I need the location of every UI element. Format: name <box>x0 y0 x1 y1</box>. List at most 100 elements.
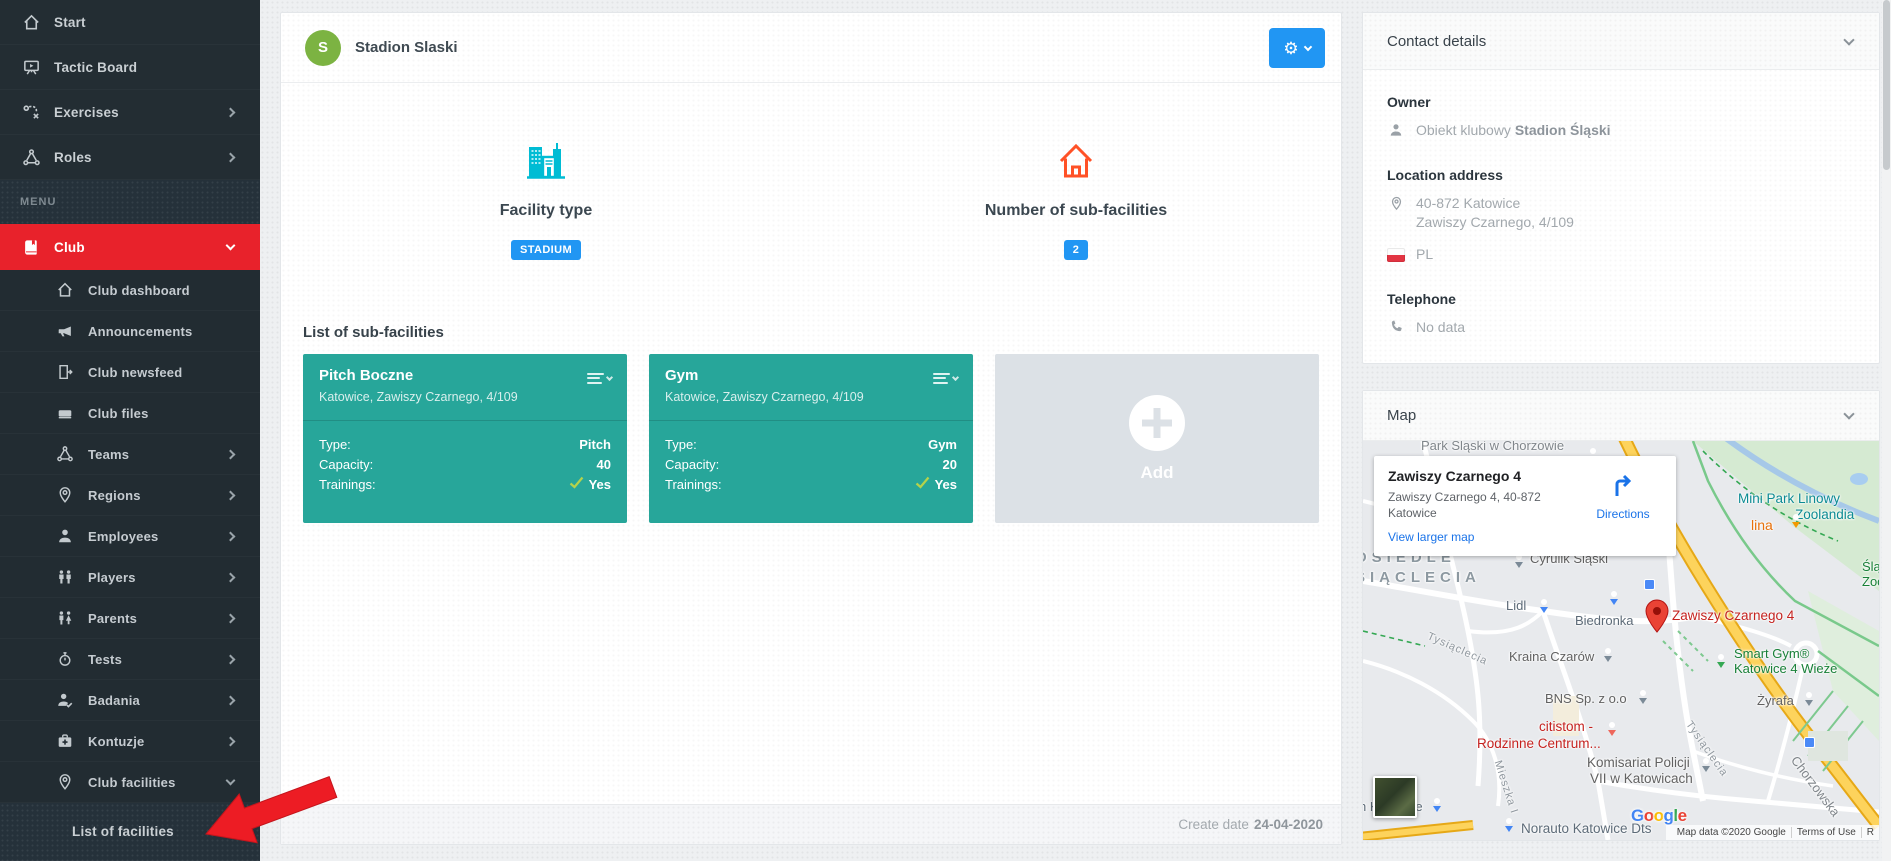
sidebar-item-parents[interactable]: Parents <box>0 598 260 639</box>
report-error-link[interactable]: R <box>1861 827 1879 838</box>
google-map[interactable]: Park Śląski w Chorzowie OSIEDLE SIĄCLECI… <box>1363 441 1879 840</box>
chevron-right-icon <box>226 654 236 664</box>
map-label-park: Park Śląski w Chorzowie <box>1421 441 1564 453</box>
type-value: Gym <box>928 435 957 455</box>
sidebar-item-roles[interactable]: Roles <box>0 135 260 180</box>
add-subfacility-button[interactable]: Add <box>995 354 1319 523</box>
subfacility-card-gym[interactable]: Gym Katowice, Zawiszy Czarnego, 4/109 Ty… <box>649 354 973 523</box>
add-label: Add <box>1140 463 1173 483</box>
owner-prefix: Obiekt klubowy <box>1416 122 1511 138</box>
location-label: Location address <box>1387 167 1855 183</box>
destination-marker-icon[interactable] <box>1645 599 1669 638</box>
sidebar-item-start[interactable]: Start <box>0 0 260 45</box>
sidebar-item-tactic-board[interactable]: Tactic Board <box>0 45 260 90</box>
country-row: PL <box>1387 245 1855 264</box>
first-aid-kit-icon <box>54 732 76 750</box>
person-check-icon <box>54 691 76 709</box>
sidebar-item-kontuzje[interactable]: Kontuzje <box>0 721 260 762</box>
card-menu-button[interactable] <box>933 370 959 386</box>
city-buildings-icon <box>525 141 567 186</box>
chevron-down-icon <box>226 776 236 786</box>
transit-stop-icon <box>1804 737 1815 748</box>
map-attribution: Map data ©2020 Google Terms of Use R <box>1666 825 1879 840</box>
contact-details-body: Owner Obiekt klubowy Stadion Śląski Loca… <box>1363 70 1879 337</box>
map-label-zoo-line1: Śląs <box>1862 559 1879 574</box>
plus-icon <box>1129 395 1185 451</box>
sidebar-item-teams[interactable]: Teams <box>0 434 260 475</box>
directions-button[interactable]: Directions <box>1588 472 1658 521</box>
sidebar-item-label: Club files <box>88 406 149 421</box>
map-label-biedronka: Biedronka <box>1575 613 1634 628</box>
chevron-right-icon <box>226 449 236 459</box>
view-larger-map-link[interactable]: View larger map <box>1388 530 1474 544</box>
trainings-value: Yes <box>935 475 957 495</box>
sidebar-item-club-newsfeed[interactable]: Club newsfeed <box>0 352 260 393</box>
sidebar-item-regions[interactable]: Regions <box>0 475 260 516</box>
sidebar-item-badania[interactable]: Badania <box>0 680 260 721</box>
sidebar-item-club-facilities[interactable]: Club facilities <box>0 762 260 803</box>
chevron-right-icon <box>226 490 236 500</box>
owner-row: Obiekt klubowy Stadion Śląski <box>1387 121 1855 140</box>
hamburger-menu-icon <box>933 370 950 386</box>
subfacility-details: Type:Pitch Capacity:40 Trainings: Yes <box>303 420 627 495</box>
map-label-dolina: lina <box>1751 517 1773 533</box>
sidebar-item-club[interactable]: Club <box>0 224 260 270</box>
stat-label: Number of sub-facilities <box>985 202 1167 220</box>
terms-of-use-link[interactable]: Terms of Use <box>1791 827 1861 838</box>
sidebar-item-label: Roles <box>54 150 92 165</box>
chevron-right-icon <box>226 152 236 162</box>
sidebar-item-players[interactable]: Players <box>0 557 260 598</box>
location-pin-icon <box>54 773 76 791</box>
sidebar-item-list-of-facilities[interactable]: List of facilities <box>0 803 260 861</box>
map-label-zyrafa: Żyrafa <box>1757 693 1794 708</box>
settings-button[interactable]: ⚙ <box>1269 28 1325 68</box>
scrollbar-thumb[interactable] <box>1883 0 1890 170</box>
sidebar-item-label: Club <box>54 240 85 255</box>
hierarchy-icon <box>20 148 42 167</box>
sidebar-item-label: Badania <box>88 693 140 708</box>
map-label-bns: BNS Sp. z o.o <box>1545 691 1627 706</box>
map-label-citistom-line2: Rodzinne Centrum... <box>1477 736 1601 751</box>
presentation-board-icon <box>20 58 42 77</box>
contact-details-header[interactable]: Contact details <box>1363 13 1879 70</box>
subfacility-card-pitch-boczne[interactable]: Pitch Boczne Katowice, Zawiszy Czarnego,… <box>303 354 627 523</box>
sidebar-section-label: MENU <box>20 196 56 208</box>
card-footer: Create date 24-04-2020 <box>281 804 1341 844</box>
chevron-down-icon <box>606 373 613 380</box>
people-icon <box>54 568 76 586</box>
trainings-value: Yes <box>589 475 611 495</box>
card-menu-button[interactable] <box>587 370 613 386</box>
book-icon <box>20 238 42 257</box>
chevron-down-icon <box>226 241 236 251</box>
map-label-citistom-line1: citistom - <box>1539 719 1593 734</box>
stopwatch-icon <box>54 650 76 668</box>
map-label-mini-park-line1: Mini Park Linowy <box>1738 491 1840 506</box>
address-line2: Zawiszy Czarnego, 4/109 <box>1416 214 1574 230</box>
telephone-row: No data <box>1387 318 1855 337</box>
gear-icon: ⚙ <box>1283 40 1298 57</box>
owner-name: Stadion Śląski <box>1515 122 1611 138</box>
sidebar-item-club-dashboard[interactable]: Club dashboard <box>0 270 260 311</box>
subfacilities-list: Pitch Boczne Katowice, Zawiszy Czarnego,… <box>303 354 1319 523</box>
panel-title: Contact details <box>1387 33 1486 50</box>
sidebar-item-tests[interactable]: Tests <box>0 639 260 680</box>
sidebar-item-employees[interactable]: Employees <box>0 516 260 557</box>
check-icon <box>569 475 584 495</box>
subfacility-address: Katowice, Zawiszy Czarnego, 4/109 <box>665 390 957 404</box>
subfacilities-count-badge: 2 <box>1064 240 1089 260</box>
map-label-smart-gym-line2: Katowice 4 Wieże <box>1734 661 1837 676</box>
sidebar-item-announcements[interactable]: Announcements <box>0 311 260 352</box>
megaphone-icon <box>54 322 76 340</box>
map-header[interactable]: Map <box>1363 391 1879 441</box>
type-label: Type: <box>665 435 697 455</box>
sidebar-item-club-files[interactable]: Club files <box>0 393 260 434</box>
sidebar-item-label: Club facilities <box>88 775 176 790</box>
capacity-label: Capacity: <box>665 455 719 475</box>
contact-details-panel: Contact details Owner Obiekt klubowy Sta… <box>1362 12 1880 364</box>
satellite-view-toggle[interactable] <box>1373 776 1417 818</box>
sidebar-item-exercises[interactable]: Exercises <box>0 90 260 135</box>
map-label-marker: Zawiszy Czarnego 4 <box>1672 608 1794 623</box>
page-scrollbar[interactable] <box>1882 0 1891 861</box>
person-icon <box>1387 122 1405 138</box>
chevron-down-icon <box>1843 408 1854 419</box>
